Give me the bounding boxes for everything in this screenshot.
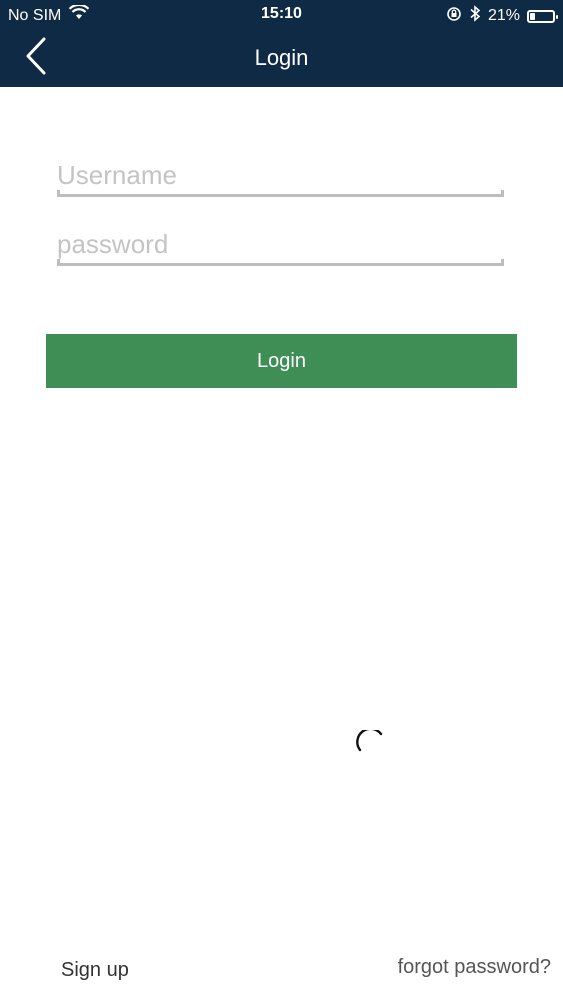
password-underline bbox=[57, 259, 504, 266]
password-field[interactable] bbox=[57, 226, 504, 266]
forgot-password-link[interactable]: forgot password? bbox=[398, 956, 551, 979]
status-right: 21% bbox=[446, 5, 558, 27]
signup-link[interactable]: Sign up bbox=[61, 959, 129, 982]
bluetooth-icon bbox=[469, 5, 481, 27]
app-header: No SIM 15:10 21% Login bbox=[0, 0, 563, 87]
battery-fill bbox=[530, 12, 535, 20]
battery-icon bbox=[527, 9, 558, 23]
username-input[interactable] bbox=[57, 157, 504, 193]
page-title: Login bbox=[254, 45, 309, 70]
login-button[interactable]: Login bbox=[46, 334, 517, 388]
username-underline bbox=[57, 190, 504, 197]
nav-bar: Login bbox=[0, 30, 563, 87]
battery-percent: 21% bbox=[487, 7, 520, 24]
status-bar: No SIM 15:10 21% bbox=[0, 0, 563, 30]
orientation-lock-icon bbox=[446, 6, 462, 27]
password-input[interactable] bbox=[57, 226, 504, 262]
loading-spinner-icon bbox=[356, 727, 384, 758]
username-field[interactable] bbox=[57, 157, 504, 197]
